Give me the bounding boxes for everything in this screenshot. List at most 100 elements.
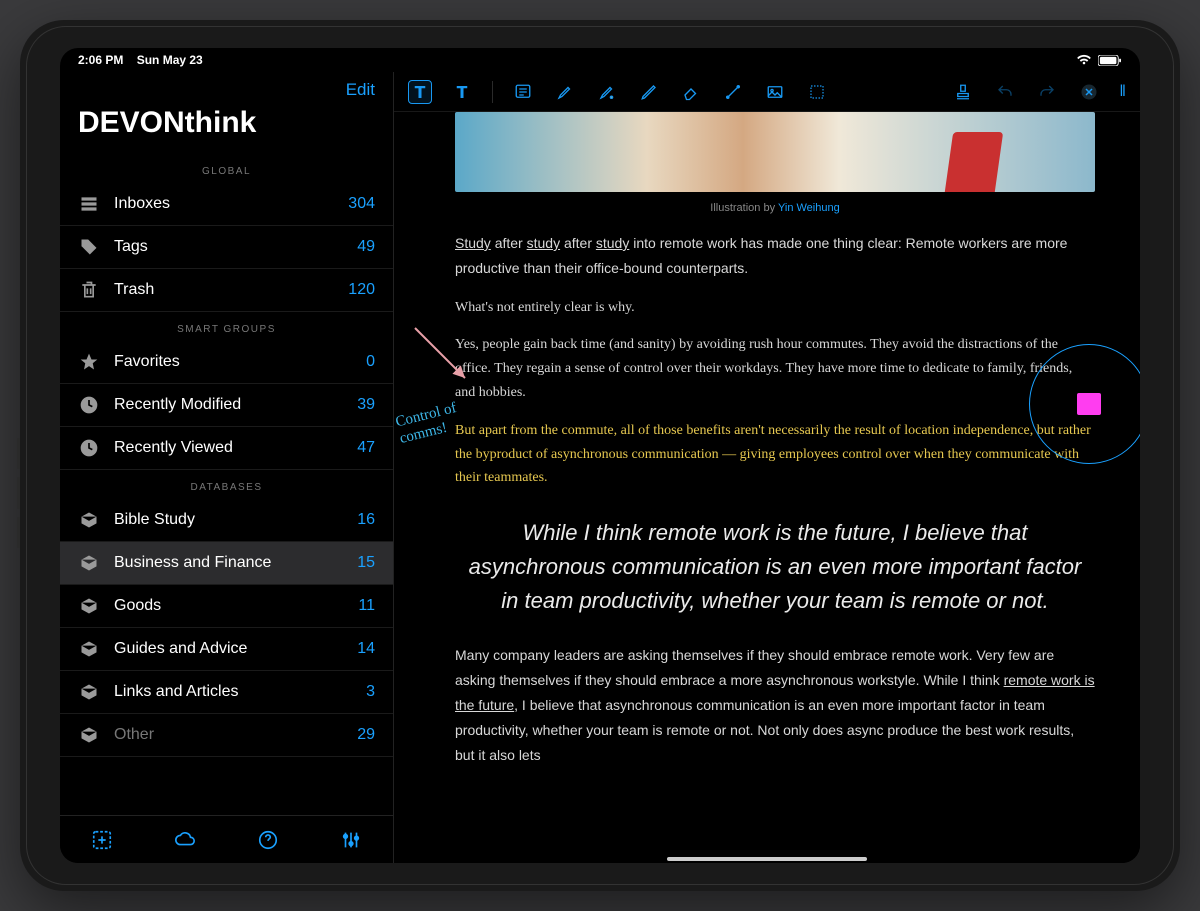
sidebar-list[interactable]: GLOBAL Inboxes 304 Tags 49 Trash 1 (60, 154, 393, 815)
caption-link[interactable]: Yin Weihung (778, 202, 840, 214)
highlight-tool-icon[interactable] (553, 80, 577, 104)
wifi-icon (1076, 54, 1092, 66)
item-count: 120 (348, 281, 375, 299)
item-label: Bible Study (114, 511, 357, 529)
document-page: Illustration by Yin Weihung Study after … (455, 112, 1095, 768)
image-tool-icon[interactable] (763, 80, 787, 104)
item-count: 29 (357, 726, 375, 744)
document-viewport[interactable]: Illustration by Yin Weihung Study after … (394, 112, 1140, 863)
eraser-tool-icon[interactable] (679, 80, 703, 104)
sidebar-item-tags[interactable]: Tags 49 (60, 226, 393, 269)
database-icon (78, 724, 100, 746)
item-count: 304 (348, 195, 375, 213)
edit-button[interactable]: Edit (346, 80, 375, 100)
content-area: •• Edit DEVONthink GLOBAL Inboxes 304 Ta… (60, 72, 1140, 863)
sidebar-item-inboxes[interactable]: Inboxes 304 (60, 183, 393, 226)
close-annotation-icon[interactable] (1077, 80, 1101, 104)
item-count: 3 (366, 683, 375, 701)
sidebar-item-favorites[interactable]: Favorites 0 (60, 341, 393, 384)
text-tool-icon[interactable] (450, 80, 474, 104)
undo-icon[interactable] (993, 80, 1017, 104)
sticky-note-icon[interactable] (1077, 393, 1101, 415)
status-date: Sun May 23 (137, 53, 203, 67)
item-label: Guides and Advice (114, 640, 357, 658)
battery-icon (1098, 55, 1122, 66)
sidebar-item-bible-study[interactable]: Bible Study 16 (60, 499, 393, 542)
selection-tool-icon[interactable] (805, 80, 829, 104)
paragraph-2: What's not entirely clear is why. (455, 296, 1095, 320)
status-right (1076, 54, 1122, 66)
document-pane: ‖ Illustration by Yin Weihung Study afte… (394, 72, 1140, 863)
status-bar: 2:06 PM Sun May 23 (60, 48, 1140, 72)
device-side-buttons (17, 438, 20, 548)
database-icon (78, 552, 100, 574)
sidebar-item-recently-modified[interactable]: Recently Modified 39 (60, 384, 393, 427)
paragraph-highlighted: But apart from the commute, all of those… (455, 419, 1095, 490)
tag-icon (78, 236, 100, 258)
image-caption: Illustration by Yin Weihung (455, 202, 1095, 214)
hero-illustration (455, 112, 1095, 192)
line-tool-icon[interactable] (721, 80, 745, 104)
sidebar: •• Edit DEVONthink GLOBAL Inboxes 304 Ta… (60, 72, 394, 863)
item-count: 11 (358, 597, 375, 615)
sidebar-header: Edit (60, 72, 393, 106)
star-icon (78, 351, 100, 373)
pen-tool-icon[interactable] (637, 80, 661, 104)
item-label: Business and Finance (114, 554, 357, 572)
pane-drag-handle[interactable]: ‖ (1119, 83, 1126, 101)
sidebar-item-guides[interactable]: Guides and Advice 14 (60, 628, 393, 671)
separator (492, 81, 493, 103)
sidebar-item-business-finance[interactable]: Business and Finance 15 (60, 542, 393, 585)
item-count: 47 (357, 439, 375, 457)
item-label: Favorites (114, 353, 366, 371)
trash-icon (78, 279, 100, 301)
annotation-handwriting[interactable]: Control of comms! (394, 400, 462, 447)
item-label: Trash (114, 281, 348, 299)
paragraph-4: Many company leaders are asking themselv… (455, 644, 1095, 768)
inbox-icon (78, 193, 100, 215)
annotation-selection-circle[interactable] (1029, 344, 1140, 464)
item-count: 39 (357, 396, 375, 414)
sidebar-item-recently-viewed[interactable]: Recently Viewed 47 (60, 427, 393, 470)
ipad-device-frame: 2:06 PM Sun May 23 •• Edit DEVONthink GL… (20, 20, 1180, 891)
redo-icon[interactable] (1035, 80, 1059, 104)
paragraph-1: Study after study after study into remot… (455, 232, 1095, 282)
item-label: Inboxes (114, 195, 348, 213)
item-count: 15 (357, 554, 375, 572)
status-left: 2:06 PM Sun May 23 (78, 53, 203, 67)
item-label: Recently Modified (114, 396, 357, 414)
item-label: Tags (114, 238, 357, 256)
item-label: Other (114, 726, 357, 744)
settings-button[interactable] (337, 826, 365, 854)
note-tool-icon[interactable] (511, 80, 535, 104)
item-label: Recently Viewed (114, 439, 357, 457)
cloud-button[interactable] (171, 826, 199, 854)
database-icon (78, 595, 100, 617)
sidebar-item-goods[interactable]: Goods 11 (60, 585, 393, 628)
database-icon (78, 638, 100, 660)
annotation-toolbar: ‖ (394, 72, 1140, 112)
add-button[interactable] (88, 826, 116, 854)
pullquote: While I think remote work is the future,… (463, 516, 1087, 618)
sidebar-item-trash[interactable]: Trash 120 (60, 269, 393, 312)
sidebar-item-links[interactable]: Links and Articles 3 (60, 671, 393, 714)
sidebar-item-other[interactable]: Other 29 (60, 714, 393, 757)
section-header-databases: DATABASES (60, 470, 393, 499)
underline-tool-icon[interactable] (595, 80, 619, 104)
status-time: 2:06 PM (78, 53, 123, 67)
home-indicator[interactable] (667, 857, 867, 861)
caption-prefix: Illustration by (710, 202, 778, 214)
item-count: 16 (357, 511, 375, 529)
help-button[interactable] (254, 826, 282, 854)
database-icon (78, 509, 100, 531)
item-label: Links and Articles (114, 683, 366, 701)
item-count: 14 (357, 640, 375, 658)
item-count: 49 (357, 238, 375, 256)
item-label: Goods (114, 597, 358, 615)
section-header-smart: SMART GROUPS (60, 312, 393, 341)
annotation-arrow[interactable] (407, 320, 477, 390)
clock-icon (78, 437, 100, 459)
stamp-tool-icon[interactable] (951, 80, 975, 104)
screen: 2:06 PM Sun May 23 •• Edit DEVONthink GL… (60, 48, 1140, 863)
text-select-tool-icon[interactable] (408, 80, 432, 104)
